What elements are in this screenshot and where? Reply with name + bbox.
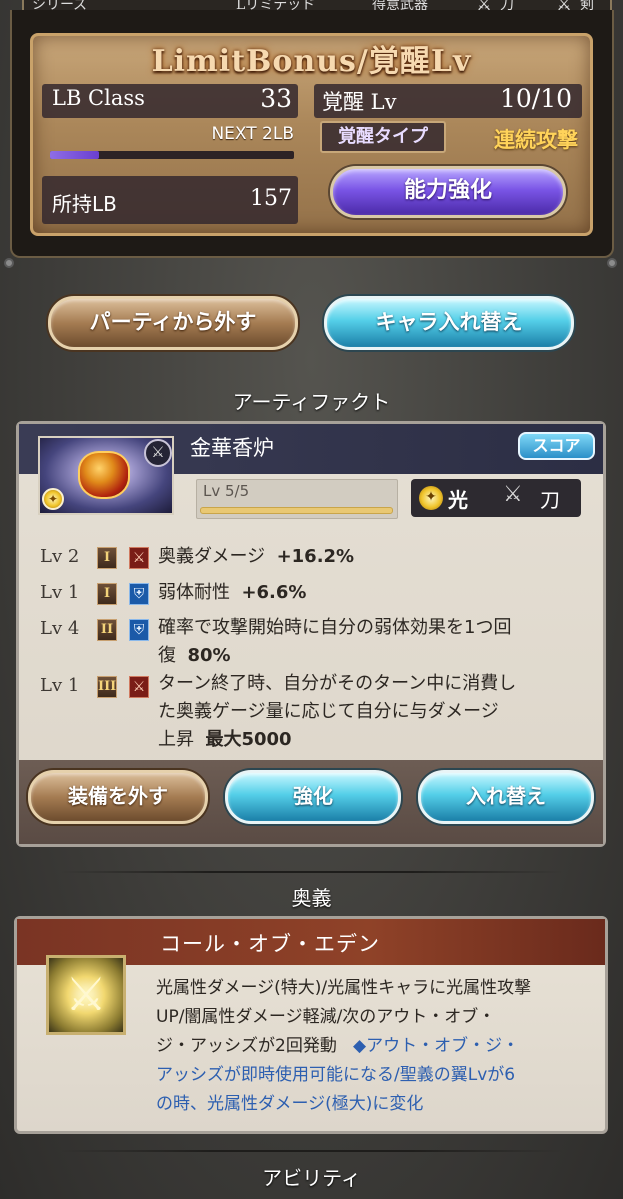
incense-burner-icon <box>78 451 130 499</box>
awaken-type-value: 連続攻撃 <box>494 128 578 152</box>
held-lb-value: 157 <box>250 186 292 211</box>
skill-level: Lv 1 <box>40 582 80 603</box>
awaken-level-value: 10/10 <box>499 84 572 113</box>
skill-level: Lv 4 <box>40 618 80 639</box>
ougi-description-line: 光属性ダメージ(特大)/光属性キャラに光属性攻撃 <box>156 978 532 998</box>
lb-progress-fill <box>50 151 99 159</box>
shield-skill-icon: ⛨ <box>129 619 149 641</box>
ability-enhance-button[interactable]: 能力強化 <box>330 166 566 218</box>
ougi-section-title: 奥義 <box>291 886 332 910</box>
skill-text: 復 <box>158 645 176 666</box>
frame-knob-right <box>607 258 617 268</box>
awaken-level-label: 覚醒 Lv <box>322 90 397 114</box>
skill-description: 弱体耐性 +6.6% <box>158 579 306 607</box>
enhance-artifact-button[interactable]: 強化 <box>225 770 401 824</box>
skill-value: 80% <box>187 645 231 666</box>
rank-badge-icon: III <box>97 676 117 698</box>
remove-from-party-button[interactable]: パーティから外す <box>48 296 298 350</box>
skill-description: 確率で攻撃開始時に自分の弱体効果を1つ回 復 80% <box>158 614 511 670</box>
skill-description: 奥義ダメージ +16.2% <box>158 543 354 571</box>
section-divider <box>60 1150 563 1152</box>
skill-text: た奥義ゲージ量に応じて自分に与ダメージ <box>158 701 499 722</box>
skill-text: 上昇 <box>158 729 194 750</box>
held-lb-label: 所持LB <box>52 192 117 216</box>
skill-text: 弱体耐性 <box>158 582 230 603</box>
ougi-description-text: ジ・アッシズが2回発動 <box>156 1036 337 1056</box>
artifact-section-title: アーティファクト <box>232 390 391 414</box>
ougi-note-text: ◆アウト・オブ・ジ・ <box>353 1036 520 1056</box>
artifact-name: 金華香炉 <box>190 436 274 460</box>
swap-character-button[interactable]: キャラ入れ替え <box>324 296 574 350</box>
weapon-type-label: 刀 <box>540 488 560 512</box>
skill-level: Lv 1 <box>40 675 80 696</box>
ougi-name: コール・オブ・エデン <box>160 932 380 956</box>
frame-knob-left <box>4 258 14 268</box>
awaken-type-badge: 覚醒タイプ <box>320 121 446 153</box>
unequip-button[interactable]: 装備を外す <box>28 770 208 824</box>
limit-bonus-title: LimitBonus/覚醒Lv <box>151 44 472 79</box>
artifact-level-text: Lv 5/5 <box>203 482 250 500</box>
skill-value: +6.6% <box>241 582 307 603</box>
artifact-level-bar <box>200 507 393 514</box>
skill-text: 奥義ダメージ <box>158 546 266 567</box>
ougi-description-line: ジ・アッシズが2回発動 ◆アウト・オブ・ジ・ <box>156 1033 586 1059</box>
rank-badge-icon: I <box>97 583 117 605</box>
lb-class-label: LB Class <box>52 86 145 110</box>
skill-text: ターン終了時、自分がそのターン中に消費し <box>158 673 517 694</box>
katana-icon: ⚔ <box>503 482 523 507</box>
attack-skill-icon: ⚔ <box>129 547 149 569</box>
skill-text: 確率で攻撃開始時に自分の弱体効果を1つ回 <box>158 617 512 638</box>
katana-icon: ⚔ <box>144 439 172 467</box>
ougi-description-line: UP/闇属性ダメージ軽減/次のアウト・オブ・ <box>156 1007 496 1027</box>
rank-badge-icon: II <box>97 619 117 641</box>
ability-section-title: アビリティ <box>262 1166 361 1190</box>
crossed-swords-icon: ⚔ <box>46 955 126 1035</box>
light-element-icon: ✦ <box>42 488 64 510</box>
light-element-icon: ✦ <box>419 486 443 510</box>
rank-badge-icon: I <box>97 547 117 569</box>
skill-value: 最大5000 <box>205 729 292 750</box>
skill-description: ターン終了時、自分がそのターン中に消費し た奥義ゲージ量に応じて自分に与ダメージ… <box>158 670 516 754</box>
lb-class-value: 33 <box>260 84 292 113</box>
skill-level: Lv 2 <box>40 546 80 567</box>
ougi-note-line: の時、光属性ダメージ(極大)に変化 <box>156 1094 424 1114</box>
section-divider <box>60 871 563 873</box>
skill-value: +16.2% <box>276 546 355 567</box>
shield-skill-icon: ⛨ <box>129 583 149 605</box>
attack-skill-icon: ⚔ <box>129 676 149 698</box>
ougi-note-line: アッシズが即時使用可能になる/聖義の翼Lvが6 <box>156 1065 516 1085</box>
element-label: 光 <box>448 488 468 512</box>
next-lb-text: NEXT 2LB <box>211 124 294 144</box>
score-button[interactable]: スコア <box>518 432 595 460</box>
replace-artifact-button[interactable]: 入れ替え <box>418 770 594 824</box>
